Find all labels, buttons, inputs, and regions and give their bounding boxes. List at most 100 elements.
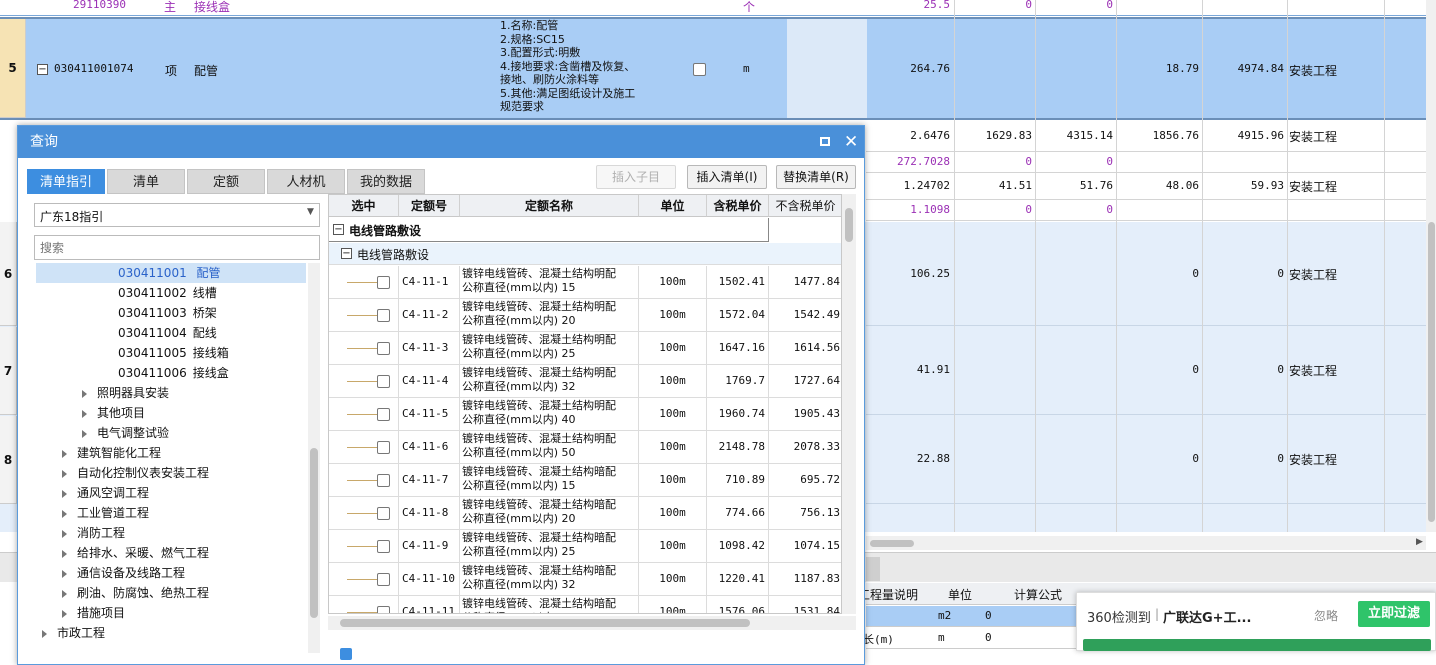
quota-row[interactable]: C4-11-6 镀锌电线管砖、混凝土结构明配 公称直径(mm以内) 50 100m 21…	[329, 431, 841, 464]
table-row[interactable]: 106.25 0 0 安装工程	[866, 222, 1426, 326]
expand-arrow-icon[interactable]	[82, 389, 87, 398]
table-row[interactable]: 29110390 主 接线盒 个 25.5 0 0	[0, 0, 1436, 16]
filter-now-button[interactable]: 立即过滤	[1358, 601, 1430, 627]
expand-arrow-icon[interactable]	[82, 409, 87, 418]
quota-row[interactable]: C4-11-7 镀锌电线管砖、混凝土结构暗配 公称直径(mm以内) 15 100m 71…	[329, 464, 841, 497]
tree-item[interactable]: 工业管道工程	[62, 503, 149, 523]
row-checkbox[interactable]	[377, 573, 390, 586]
tab-list-guide[interactable]: 清单指引	[27, 169, 105, 194]
maximize-icon[interactable]	[820, 137, 830, 146]
tree-item[interactable]: 刷油、防腐蚀、绝热工程	[62, 583, 209, 603]
tree-item-selected[interactable]: 030411001 配管	[36, 263, 306, 283]
quota-code: C4-11-4	[399, 365, 460, 398]
tree-item[interactable]: 电气调整试验	[82, 423, 169, 443]
collapse-icon[interactable]: −	[341, 248, 352, 259]
group-row[interactable]: − 电线管路敷设	[329, 218, 769, 242]
row-checkbox[interactable]	[377, 507, 390, 520]
close-icon[interactable]: ✕	[844, 126, 858, 158]
expand-arrow-icon[interactable]	[62, 589, 67, 598]
row-checkbox[interactable]	[377, 309, 390, 322]
select-cell	[329, 332, 399, 365]
bottom-tab[interactable]	[866, 557, 880, 581]
table-row[interactable]: 1.24702 41.51 51.76 48.06 59.93 安装工程	[866, 174, 1436, 200]
ignore-button[interactable]: 忽略	[1314, 607, 1338, 624]
table-row[interactable]: 1.1098 0 0	[866, 201, 1436, 221]
search-input[interactable]	[34, 235, 320, 260]
tree-item-label: 自动化控制仪表安装工程	[77, 466, 210, 480]
tab-list[interactable]: 清单	[107, 169, 185, 194]
expand-arrow-icon[interactable]	[62, 549, 67, 558]
table-row-selected[interactable]: 5 − 030411001074 项 配管 1.名称:配管 2.规格:SC15 …	[0, 17, 1436, 120]
tree-item[interactable]: 照明器具安装	[82, 383, 169, 403]
expand-arrow-icon[interactable]	[62, 449, 67, 458]
tab-quota[interactable]: 定额	[187, 169, 265, 194]
tree-item[interactable]: 通风空调工程	[62, 483, 149, 503]
expand-arrow-icon[interactable]	[62, 529, 67, 538]
tree-item[interactable]: 给排水、采暖、燃气工程	[62, 543, 209, 563]
row-checkbox[interactable]	[377, 375, 390, 388]
dialog-title: 查询	[30, 134, 58, 150]
row-checkbox[interactable]	[377, 474, 390, 487]
row-checkbox[interactable]	[377, 540, 390, 553]
tree-item[interactable]: 消防工程	[62, 523, 125, 543]
tree-item[interactable]: 030411005 接线箱	[118, 343, 229, 363]
quota-row[interactable]: C4-11-3 镀锌电线管砖、混凝土结构明配 公称直径(mm以内) 25 100m 16…	[329, 332, 841, 365]
quota-name: 镀锌电线管砖、混凝土结构明配 公称直径(mm以内) 32	[460, 365, 639, 398]
row-checkbox[interactable]	[377, 408, 390, 421]
expand-arrow-icon[interactable]	[62, 509, 67, 518]
scroll-right-icon[interactable]: ▶	[1416, 537, 1423, 547]
row-checkbox[interactable]	[693, 63, 706, 76]
table-row[interactable]: 22.88 0 0 安装工程	[866, 416, 1426, 504]
scrollbar-thumb[interactable]	[340, 619, 750, 627]
row-checkbox[interactable]	[377, 276, 390, 289]
dialog-titlebar[interactable]: 查询 ✕	[18, 126, 864, 158]
quota-row[interactable]: C4-11-10 镀锌电线管砖、混凝土结构暗配 公称直径(mm以内) 32 100m 1…	[329, 563, 841, 596]
expand-arrow-icon[interactable]	[42, 629, 47, 638]
insert-list-button[interactable]: 插入清单(I)	[687, 165, 767, 189]
tree-item[interactable]: 措施项目	[62, 603, 125, 623]
table-row[interactable]: 272.7028 0 0	[866, 153, 1436, 173]
expand-arrow-icon[interactable]	[82, 429, 87, 438]
quota-row[interactable]: C4-11-9 镀锌电线管砖、混凝土结构暗配 公称直径(mm以内) 25 100m 10…	[329, 530, 841, 563]
collapse-icon[interactable]: −	[37, 64, 48, 75]
tree-item[interactable]: 市政工程	[42, 623, 105, 643]
tree-item[interactable]: 030411002 线槽	[118, 283, 217, 303]
item-category: 安装工程	[1289, 64, 1338, 78]
tree-item[interactable]: 030411004 配线	[118, 323, 217, 343]
table-row[interactable]: 41.91 0 0 安装工程	[866, 327, 1426, 415]
insert-child-button[interactable]: 插入子目	[596, 165, 676, 189]
tab-materials[interactable]: 人材机	[267, 169, 345, 194]
quota-row[interactable]: C4-11-8 镀锌电线管砖、混凝土结构暗配 公称直径(mm以内) 20 100m 77…	[329, 497, 841, 530]
collapse-icon[interactable]: −	[333, 224, 344, 235]
tree-item[interactable]: 030411003 桥架	[118, 303, 217, 323]
table-row[interactable]: 2.6476 1629.83 4315.14 1856.76 4915.96 安…	[866, 122, 1436, 152]
tree-item[interactable]: 030411006 接线盒	[118, 363, 229, 383]
scrollbar-thumb[interactable]	[845, 208, 853, 242]
province-select[interactable]: 广东18指引 ▼	[34, 203, 320, 227]
tree-item[interactable]: 其他项目	[82, 403, 145, 423]
expand-arrow-icon[interactable]	[62, 609, 67, 618]
tab-my-data[interactable]: 我的数据	[347, 169, 425, 194]
replace-list-button[interactable]: 替换清单(R)	[776, 165, 856, 189]
tree-item[interactable]: 通信设备及线路工程	[62, 563, 185, 583]
expand-arrow-icon[interactable]	[62, 489, 67, 498]
tree-item[interactable]: 建筑智能化工程	[62, 443, 161, 463]
expand-arrow-icon[interactable]	[62, 469, 67, 478]
horizontal-scrollbar[interactable]	[866, 536, 1426, 550]
scrollbar-thumb[interactable]	[1428, 222, 1435, 522]
grid-vertical-scrollbar[interactable]	[842, 194, 856, 614]
quota-row[interactable]: C4-11-4 镀锌电线管砖、混凝土结构明配 公称直径(mm以内) 32 100m 17…	[329, 365, 841, 398]
expand-arrow-icon[interactable]	[62, 569, 67, 578]
tree-item[interactable]: 自动化控制仪表安装工程	[62, 463, 209, 483]
quota-row[interactable]: C4-11-5 镀锌电线管砖、混凝土结构明配 公称直径(mm以内) 40 100m 19…	[329, 398, 841, 431]
scrollbar-thumb[interactable]	[310, 448, 318, 618]
quota-row[interactable]: C4-11-11镀锌电线管砖、混凝土结构暗配公称直径(mm以内) 40100m1…	[329, 596, 841, 613]
subgroup-row[interactable]: − 电线管路敷设	[329, 243, 841, 265]
auto-checkbox[interactable]	[340, 648, 352, 660]
scrollbar-thumb[interactable]	[870, 540, 914, 547]
row-checkbox[interactable]	[377, 606, 390, 613]
quota-row[interactable]: C4-11-1 镀锌电线管砖、混凝土结构明配 公称直径(mm以内) 15 100m 15…	[329, 266, 841, 299]
quota-row[interactable]: C4-11-2 镀锌电线管砖、混凝土结构明配 公称直径(mm以内) 20 100m 15…	[329, 299, 841, 332]
row-checkbox[interactable]	[377, 441, 390, 454]
row-checkbox[interactable]	[377, 342, 390, 355]
